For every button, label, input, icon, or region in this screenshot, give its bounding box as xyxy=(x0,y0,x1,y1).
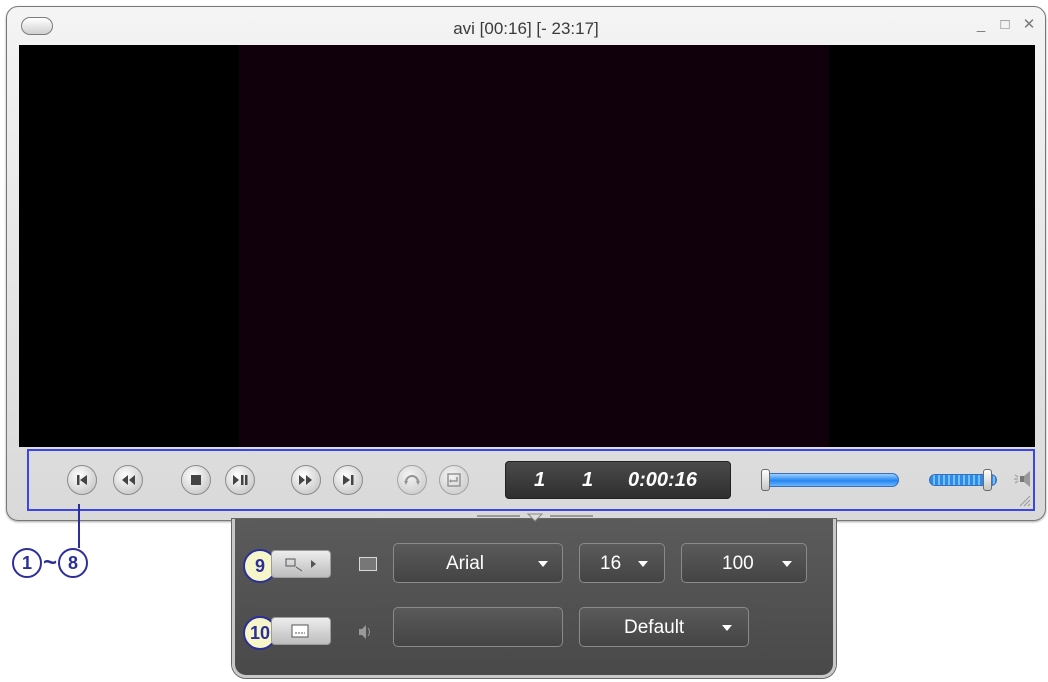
callout-leader-line xyxy=(78,504,80,548)
player-window: avi [00:16] [- 23:17] _ □ ✕ 1 1 0:00:16 xyxy=(6,6,1046,521)
repeat-icon xyxy=(404,475,420,485)
callout-label: 1 ~ 8 xyxy=(12,546,89,580)
subtitle-size-value: 16 xyxy=(600,553,622,574)
seek-handle[interactable] xyxy=(761,469,770,491)
chevron-down-icon xyxy=(722,625,732,631)
subtitle-font-value: Arial xyxy=(446,553,485,574)
subtitle-size-select[interactable]: 16 xyxy=(579,543,665,583)
callout-end-number: 8 xyxy=(58,548,89,578)
maximize-button[interactable]: □ xyxy=(997,17,1013,33)
audio-icon xyxy=(359,625,370,639)
subtitle-font-select[interactable]: Arial xyxy=(393,543,563,583)
extension-panel: 9 Arial 16 100 10 Default xyxy=(232,513,836,678)
minimize-button[interactable]: _ xyxy=(973,17,989,33)
volume-handle[interactable] xyxy=(983,469,992,491)
close-button[interactable]: ✕ xyxy=(1021,17,1037,33)
audio-toggle-button[interactable] xyxy=(271,617,331,645)
fast-forward-button[interactable] xyxy=(291,465,321,495)
rewind-icon xyxy=(122,475,135,485)
skip-next-icon xyxy=(343,475,354,485)
audio-preset-select[interactable]: Default xyxy=(579,607,749,647)
repeat-button[interactable] xyxy=(397,465,427,495)
fast-forward-icon xyxy=(299,475,312,485)
volume-slider[interactable] xyxy=(929,469,1001,491)
speaker-icon[interactable] xyxy=(1011,467,1035,491)
resize-grip-icon[interactable] xyxy=(1017,493,1031,507)
play-pause-icon xyxy=(233,475,248,485)
chevron-down-icon xyxy=(538,561,548,567)
chevron-down-icon xyxy=(782,561,792,567)
callout-start-number: 1 xyxy=(12,548,42,578)
subtitle-icon xyxy=(359,557,377,571)
stop-icon xyxy=(191,475,201,485)
elapsed-time: 0:00:16 xyxy=(628,469,697,491)
callout-separator: ~ xyxy=(43,549,58,576)
audio-preset-value: Default xyxy=(624,617,685,638)
time-display: 1 1 0:00:16 xyxy=(505,461,731,499)
chapter-number: 1 xyxy=(582,469,594,491)
skip-next-button[interactable] xyxy=(333,465,363,495)
audio-track-field[interactable] xyxy=(393,607,563,647)
stop-button[interactable] xyxy=(181,465,211,495)
title-bar[interactable]: avi [00:16] [- 23:17] _ □ ✕ xyxy=(7,7,1045,43)
title-number: 1 xyxy=(534,469,546,491)
window-title: avi [00:16] [- 23:17] xyxy=(453,19,599,38)
subtitle-scale-value: 100 xyxy=(722,553,754,574)
panel-toggle-handle[interactable] xyxy=(475,513,595,523)
play-pause-button[interactable] xyxy=(225,465,255,495)
rewind-button[interactable] xyxy=(113,465,143,495)
caption-icon xyxy=(291,624,309,638)
seek-slider[interactable] xyxy=(761,469,899,491)
playback-control-bar: 1 1 0:00:16 xyxy=(27,449,1035,511)
skip-previous-icon xyxy=(77,475,87,485)
subtitle-scale-select[interactable]: 100 xyxy=(681,543,807,583)
skip-previous-button[interactable] xyxy=(67,465,97,495)
subtitle-move-icon xyxy=(285,558,316,572)
subtitle-toggle-button[interactable] xyxy=(271,550,331,578)
return-icon xyxy=(447,473,461,487)
video-frame xyxy=(239,45,829,447)
video-area[interactable] xyxy=(19,45,1035,447)
seek-track xyxy=(761,473,899,487)
chevron-down-icon xyxy=(638,561,648,567)
enter-chapter-button[interactable] xyxy=(439,465,469,495)
